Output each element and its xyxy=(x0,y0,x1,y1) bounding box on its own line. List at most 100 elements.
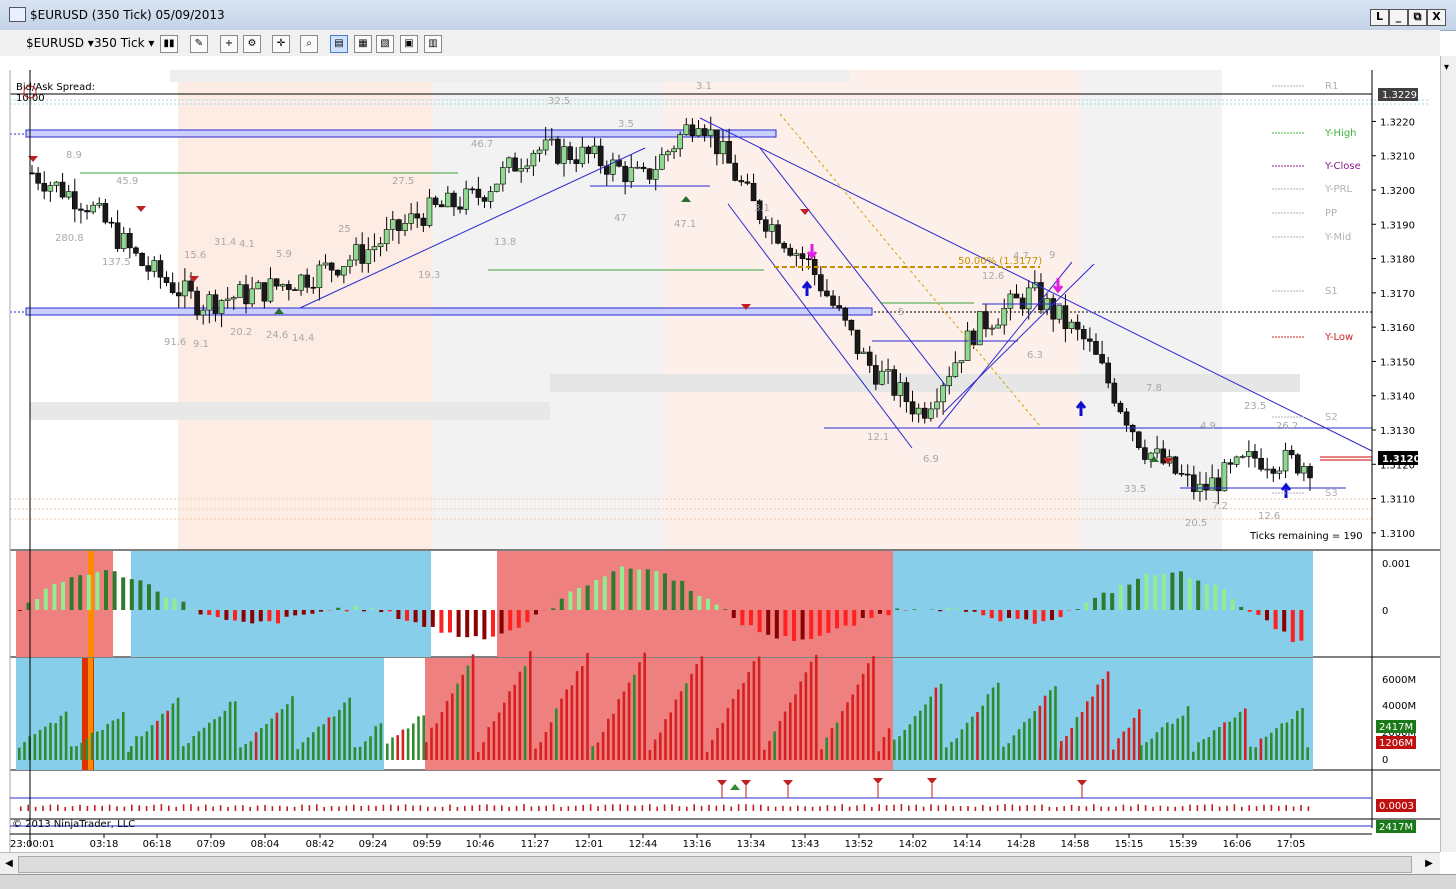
oscillator-bar xyxy=(181,602,185,610)
candle-body xyxy=(72,192,77,209)
add-indicator-icon[interactable]: + xyxy=(220,35,238,53)
volume-green-box: 2417M xyxy=(1379,722,1413,733)
signal-tick xyxy=(812,807,814,811)
volume-bar xyxy=(472,654,475,760)
volume-bar xyxy=(122,712,125,760)
candle-body xyxy=(103,203,108,222)
time-tick-label: 13:34 xyxy=(737,839,766,850)
oscillator-bar xyxy=(723,609,727,610)
data-box-icon[interactable]: ▥ xyxy=(424,35,442,53)
scroll-right-icon[interactable]: ▶ xyxy=(1422,857,1436,871)
strategy-icon[interactable]: ⚙ xyxy=(243,35,261,53)
indicators-icon[interactable]: ▤ xyxy=(330,35,348,53)
volume-bar xyxy=(260,728,263,760)
signal-tick xyxy=(64,807,66,811)
signal-tick xyxy=(338,806,340,811)
signal-tick xyxy=(1174,807,1176,811)
volume-bar xyxy=(1081,712,1084,760)
volume-bar xyxy=(96,732,99,760)
candle-body xyxy=(1118,403,1123,412)
candle-body xyxy=(720,141,725,154)
signal-tick xyxy=(50,805,52,811)
oscillator-bar xyxy=(594,580,598,610)
volume-bar xyxy=(1070,728,1073,760)
candle-body xyxy=(604,166,609,174)
oscillator-bar xyxy=(371,608,375,610)
volume-bar xyxy=(1296,711,1299,760)
crosshair-icon[interactable]: ✛ xyxy=(272,35,290,53)
volume-bar xyxy=(244,744,247,760)
signal-tick xyxy=(1300,805,1302,811)
signal-tick xyxy=(1049,807,1051,811)
candle-body xyxy=(1185,474,1190,475)
signal-tick xyxy=(960,806,962,811)
candle-body xyxy=(1106,363,1111,383)
volume-bar xyxy=(80,743,83,760)
properties-icon[interactable]: ▣ xyxy=(400,35,418,53)
volume-bar xyxy=(1044,696,1047,760)
scroll-thumb[interactable] xyxy=(18,856,1412,873)
volume-bar xyxy=(1091,697,1094,760)
volume-bar xyxy=(732,699,735,760)
oscillator-bar xyxy=(869,610,873,618)
oscillator-bar xyxy=(826,610,830,633)
volume-bar xyxy=(1270,733,1273,760)
chart-trader-icon[interactable]: ▧ xyxy=(376,35,394,53)
minimize-button[interactable]: _ xyxy=(1389,9,1408,26)
bar-type-icon[interactable]: ▮▮ xyxy=(160,35,178,53)
zoom-icon[interactable]: ⌕ xyxy=(300,35,318,53)
candle-body xyxy=(85,210,90,212)
scroll-down-icon[interactable]: ▾ xyxy=(1444,62,1449,73)
candle-body xyxy=(1069,322,1074,329)
interval-selector[interactable]: 350 Tick ▾ xyxy=(94,34,154,52)
instrument-selector[interactable]: $EURUSD ▾ xyxy=(26,34,94,52)
oscillator-bar xyxy=(1136,579,1140,610)
tick-annotation: 32.5 xyxy=(548,96,570,107)
volume-bar xyxy=(534,749,537,760)
maximize-button[interactable]: ⧉ xyxy=(1408,9,1427,26)
candle-body xyxy=(983,311,988,328)
volume-bar xyxy=(1275,728,1278,760)
tick-annotation: 33.5 xyxy=(1124,484,1146,495)
candle-body xyxy=(1252,451,1257,458)
signal-tick xyxy=(804,806,806,811)
volume-bar xyxy=(841,711,844,760)
volume-bar xyxy=(317,727,320,760)
restore-left-button[interactable]: L xyxy=(1370,9,1389,26)
signal-tick xyxy=(531,806,533,811)
chart-area[interactable]: 50.00% (1.3177) 8.945.9280.8137.515.631.… xyxy=(0,56,1440,852)
signal-tick xyxy=(301,805,303,811)
time-tick-label: 15:39 xyxy=(1169,839,1198,850)
pencil-draw-icon[interactable]: ✎ xyxy=(190,35,208,53)
signal-tick xyxy=(753,805,755,811)
signal-tick xyxy=(1130,806,1132,811)
scroll-left-icon[interactable]: ◀ xyxy=(2,857,16,871)
signal-tick xyxy=(1234,804,1236,811)
close-button[interactable]: X xyxy=(1427,9,1446,26)
candle-body xyxy=(800,254,805,259)
volume-bar xyxy=(799,682,802,760)
oscillator-bar xyxy=(190,609,194,610)
candle-body xyxy=(146,266,151,272)
horizontal-scrollbar[interactable]: ◀ ▶ xyxy=(0,852,1440,875)
signal-tick xyxy=(760,805,762,811)
strategies-icon[interactable]: ▦ xyxy=(354,35,372,53)
oscillator-bar xyxy=(319,610,323,612)
volume-bar xyxy=(1039,706,1042,760)
candle-body xyxy=(1179,473,1184,474)
volume-bar xyxy=(976,712,979,760)
volume-bar xyxy=(1150,739,1153,760)
signal-tick xyxy=(42,806,44,811)
signal-tick xyxy=(605,805,607,811)
signal-tick xyxy=(864,804,866,811)
volume-bar xyxy=(1107,671,1110,760)
signal-tick xyxy=(501,805,503,811)
candle-body xyxy=(513,158,518,171)
oscillator-bar xyxy=(1222,589,1226,610)
vertical-scrollbar[interactable]: ▾ xyxy=(1440,56,1456,852)
candle-body xyxy=(127,233,132,248)
oscillator-bar xyxy=(672,581,676,610)
signal-tick xyxy=(1219,807,1221,811)
signal-tick xyxy=(205,805,207,811)
candle-body xyxy=(892,370,897,396)
